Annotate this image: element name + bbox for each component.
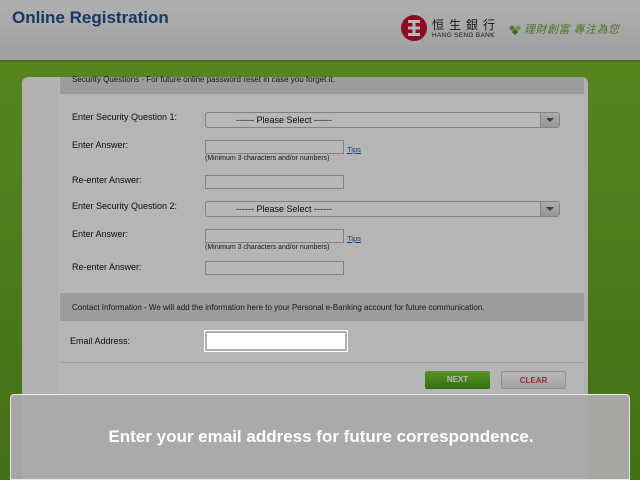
email-address-field[interactable]: [205, 331, 347, 351]
dim-overlay-left: [0, 330, 204, 352]
guide-tooltip: Enter your email address for future corr…: [10, 394, 630, 480]
guide-tooltip-text: Enter your email address for future corr…: [108, 427, 534, 446]
dim-overlay-right: [348, 330, 640, 352]
dim-overlay-top: [0, 0, 640, 330]
